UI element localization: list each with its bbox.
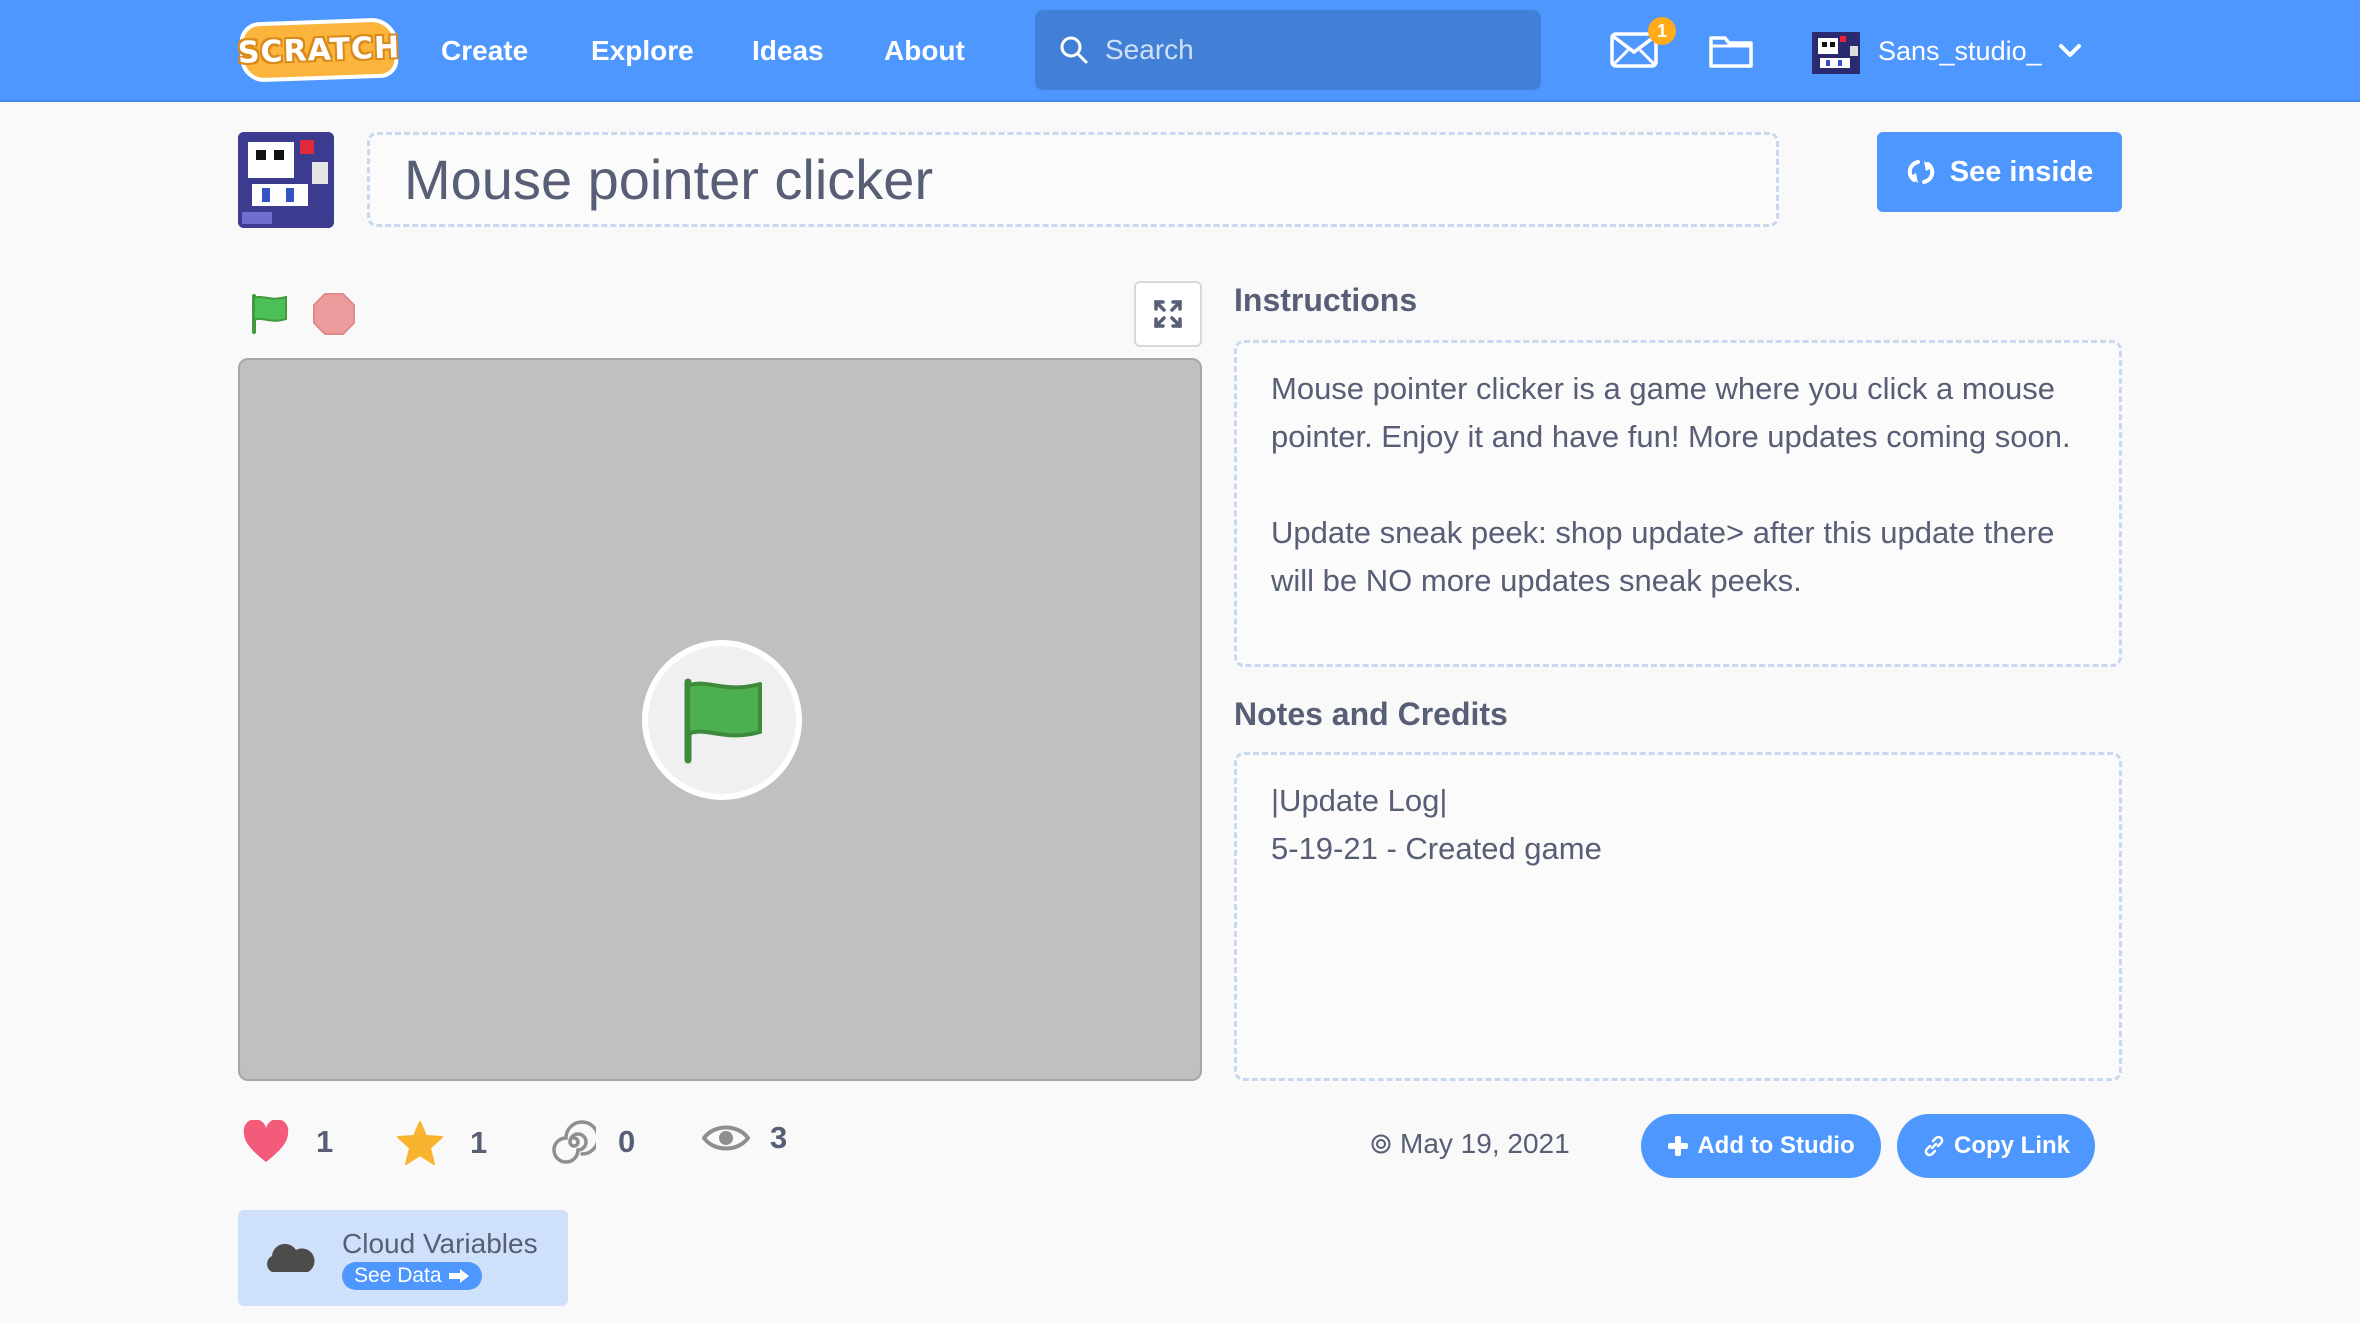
top-navbar: SCRATCH Create Explore Ideas About 1	[0, 0, 2360, 102]
calendar-icon	[1371, 1134, 1391, 1154]
project-title: Mouse pointer clicker	[404, 148, 934, 211]
arrow-right-icon	[448, 1269, 469, 1283]
stage-start-button[interactable]	[642, 640, 802, 800]
see-data-label: See Data	[354, 1264, 442, 1287]
favorites-count: 1	[470, 1125, 488, 1160]
notes-line: |Update Log|	[1271, 783, 1448, 818]
copy-link-button[interactable]: Copy Link	[1897, 1114, 2095, 1178]
instructions-field[interactable]: Mouse pointer clicker is a game where yo…	[1234, 340, 2122, 667]
nav-ideas[interactable]: Ideas	[752, 0, 824, 102]
views-count: 3	[770, 1120, 788, 1155]
project-stage[interactable]	[238, 358, 1202, 1081]
remixes-stat: 0	[552, 1120, 635, 1164]
notes-line: 5-19-21 - Created game	[1271, 831, 1602, 866]
messages-count-badge: 1	[1648, 17, 1676, 45]
search-input[interactable]	[1105, 34, 1505, 66]
fullscreen-icon	[1154, 300, 1182, 328]
notes-field[interactable]: |Update Log| 5-19-21 - Created game	[1234, 752, 2122, 1081]
heart-icon	[243, 1120, 289, 1162]
instructions-paragraph: Mouse pointer clicker is a game where yo…	[1271, 371, 2071, 454]
loves-stat[interactable]: 1	[242, 1120, 333, 1164]
notes-heading: Notes and Credits	[1234, 696, 1508, 732]
shared-date: May 19, 2021	[1370, 1128, 1570, 1160]
add-to-studio-label: Add to Studio	[1697, 1132, 1855, 1159]
favorites-stat[interactable]: 1	[396, 1120, 487, 1166]
instructions-heading: Instructions	[1234, 282, 1418, 318]
remix-spiral-icon	[552, 1120, 596, 1164]
see-inside-button[interactable]: See inside	[1877, 132, 2122, 212]
date-label: May 19, 2021	[1400, 1128, 1570, 1159]
nav-create[interactable]: Create	[441, 0, 528, 102]
cloud-icon	[267, 1243, 315, 1272]
remix-arrows-icon	[1907, 160, 1934, 184]
green-flag-icon[interactable]	[248, 292, 292, 336]
see-data-link[interactable]: See Data	[342, 1262, 482, 1290]
cloud-variables-card[interactable]: Cloud Variables See Data	[238, 1210, 568, 1306]
green-flag-icon	[684, 678, 762, 764]
project-title-field[interactable]: Mouse pointer clicker	[367, 132, 1779, 227]
logo-text: SCRATCH	[237, 29, 401, 71]
copy-link-label: Copy Link	[1953, 1132, 2070, 1159]
cloud-variables-title: Cloud Variables	[342, 1228, 538, 1259]
nav-about[interactable]: About	[884, 0, 965, 102]
remixes-count: 0	[618, 1124, 636, 1159]
stop-sign-icon[interactable]	[312, 292, 356, 336]
loves-count: 1	[316, 1124, 334, 1159]
fullscreen-button[interactable]	[1134, 281, 1202, 347]
search-icon	[1060, 36, 1088, 64]
add-to-studio-button[interactable]: Add to Studio	[1641, 1114, 1881, 1178]
username-label[interactable]: Sans_studio_	[1878, 36, 2042, 67]
scratch-logo[interactable]: SCRATCH	[237, 17, 401, 83]
star-icon	[397, 1121, 443, 1165]
chevron-down-icon[interactable]	[2058, 42, 2082, 60]
instructions-paragraph: Update sneak peek: shop update> after th…	[1271, 515, 2055, 598]
project-thumbnail[interactable]	[238, 132, 334, 228]
plus-icon	[1668, 1136, 1689, 1156]
views-stat: 3	[702, 1120, 787, 1156]
user-avatar[interactable]	[1812, 32, 1860, 74]
my-stuff-folder-icon[interactable]	[1708, 30, 1754, 70]
nav-explore[interactable]: Explore	[591, 0, 694, 102]
see-inside-label: See inside	[1949, 155, 2094, 188]
search-bar[interactable]	[1035, 10, 1541, 90]
link-icon	[1924, 1135, 1944, 1157]
eye-icon	[702, 1125, 750, 1151]
